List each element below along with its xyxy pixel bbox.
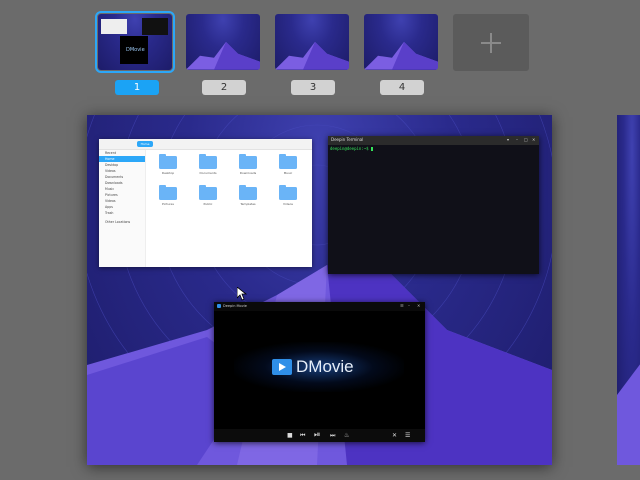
folder-templates[interactable]: Templates	[237, 185, 259, 207]
stop-icon[interactable]: ■	[287, 432, 293, 439]
next-workspace-preview[interactable]	[617, 115, 640, 465]
workspace-thumbnail-3[interactable]	[275, 14, 349, 70]
folder-icon	[159, 185, 177, 200]
folder-music[interactable]: Music	[277, 154, 299, 176]
workspace-number-1[interactable]: 1	[115, 80, 159, 95]
dmovie-logo-icon	[272, 359, 292, 375]
terminal-prompt[interactable]: deepin@deepin:~$	[330, 146, 374, 151]
maximize-icon[interactable]: □	[524, 137, 528, 142]
previous-icon[interactable]: ⏮	[300, 432, 305, 439]
folder-icon	[239, 154, 257, 169]
breadcrumb[interactable]: Home	[137, 141, 153, 147]
folder-public[interactable]: Public	[197, 185, 219, 207]
file-manager-sidebar: Recent Home Desktop Videos Documents Dow…	[99, 150, 146, 267]
mouse-cursor	[237, 287, 247, 301]
player-menu-icon[interactable]: ☰	[400, 303, 404, 308]
terminal-titlebar[interactable]: Deepin Terminal ▾ – □ ✕	[328, 136, 539, 145]
workspace-thumbnail-2[interactable]	[186, 14, 260, 70]
player-titlebar[interactable]: Deepin Movie ☰ – ✕	[214, 302, 425, 311]
terminal-window[interactable]: Deepin Terminal ▾ – □ ✕ deepin@deepin:~$	[328, 136, 539, 274]
menu-icon[interactable]: ▾	[507, 137, 509, 142]
workspace-thumbnail-1[interactable]: DMovie	[95, 11, 175, 73]
folder-icon	[279, 185, 297, 200]
folder-pictures[interactable]: Pictures	[157, 185, 179, 207]
folder-videos[interactable]: Videos	[277, 185, 299, 207]
workspace-number-2[interactable]: 2	[202, 80, 246, 95]
movie-player-window[interactable]: Deepin Movie ☰ – ✕ DMovie ■ ⏮ ⏯ ⏭ ♨ ✕ ☰	[214, 302, 425, 442]
prompt-text: deepin@deepin:~$	[330, 146, 369, 151]
player-close-icon[interactable]: ✕	[417, 303, 420, 308]
player-controls: ■ ⏮ ⏯ ⏭ ♨ ✕ ☰	[214, 429, 425, 442]
player-minimize-icon[interactable]: –	[408, 303, 410, 308]
player-app-icon	[217, 304, 221, 308]
fullscreen-icon[interactable]: ✕	[392, 432, 397, 439]
volume-icon[interactable]: ♨	[344, 432, 349, 439]
playlist-icon[interactable]: ☰	[405, 432, 410, 439]
file-manager-titlebar[interactable]: Home	[99, 139, 312, 150]
folder-desktop[interactable]: Desktop	[157, 154, 179, 176]
terminal-title: Deepin Terminal	[331, 137, 364, 142]
thumb-terminal-window	[142, 18, 168, 35]
play-icon[interactable]: ⏯	[314, 431, 320, 439]
workspace-number-4[interactable]: 4	[380, 80, 424, 95]
workspace-thumbnail-4[interactable]	[364, 14, 438, 70]
minimize-icon[interactable]: –	[516, 137, 518, 142]
file-manager-window[interactable]: Home Recent Home Desktop Videos Document…	[99, 139, 312, 267]
dmovie-brand: DMovie	[296, 357, 354, 376]
folder-icon	[199, 185, 217, 200]
folder-icon	[239, 185, 257, 200]
next-workspace-wallpaper	[617, 364, 640, 465]
folder-icon	[199, 154, 217, 169]
workspace-preview: Home Recent Home Desktop Videos Document…	[87, 115, 552, 465]
cursor	[370, 147, 374, 151]
player-title: Deepin Movie	[223, 304, 247, 308]
thumb-dmovie-label: DMovie	[126, 47, 145, 53]
folder-icon	[279, 154, 297, 169]
workspace-number-3[interactable]: 3	[291, 80, 335, 95]
sidebar-item-other-locations[interactable]: Other Locations	[99, 219, 145, 225]
sidebar-item-trash[interactable]: Trash	[99, 210, 145, 216]
folder-downloads[interactable]: Downloads	[237, 154, 259, 176]
next-icon[interactable]: ⏭	[330, 432, 335, 439]
close-icon[interactable]: ✕	[532, 137, 535, 142]
add-workspace-button[interactable]	[453, 14, 529, 71]
folder-documents[interactable]: Documents	[197, 154, 219, 176]
folder-icon	[159, 154, 177, 169]
thumb-file-window	[101, 19, 127, 34]
